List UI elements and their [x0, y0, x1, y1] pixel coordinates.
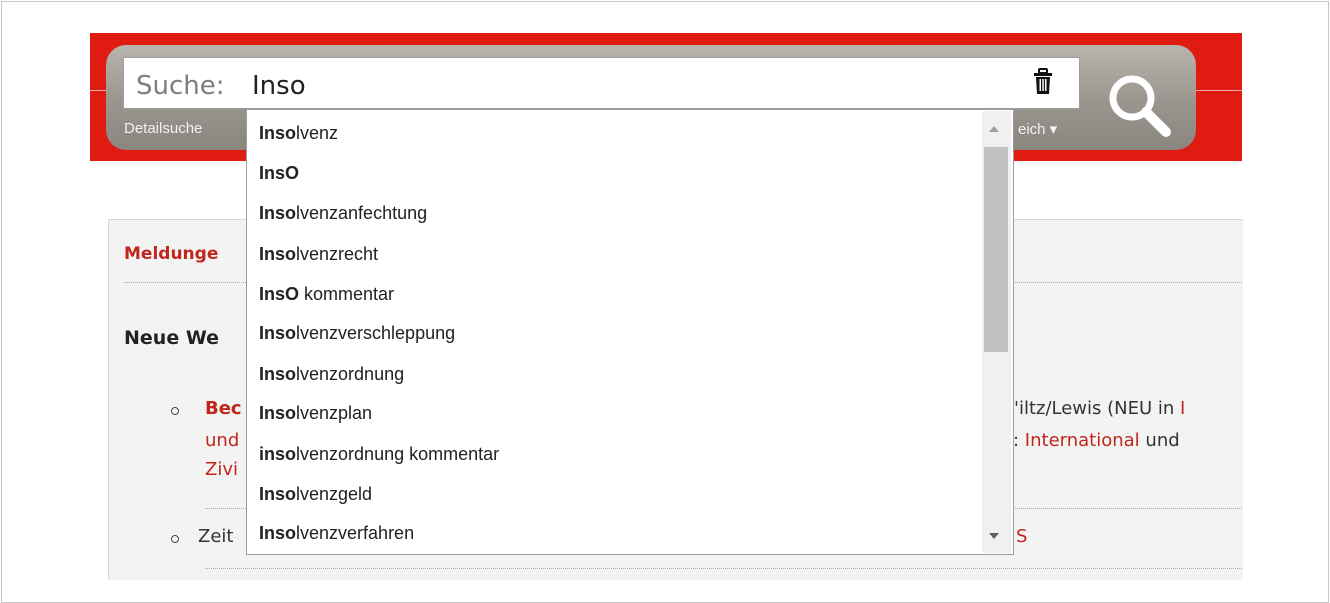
trash-icon[interactable] — [1031, 68, 1055, 96]
search-label: Suche: — [136, 71, 225, 101]
suggestion-item[interactable]: Insolvenzverschleppung — [259, 322, 455, 344]
news-link[interactable]: und — [205, 430, 239, 451]
suggestion-item[interactable]: InsO — [259, 162, 299, 184]
news-heading[interactable]: Meldunge — [124, 244, 218, 264]
scroll-down-arrow-icon[interactable] — [989, 533, 999, 539]
suggestion-item[interactable]: Insolvenzverfahren — [259, 522, 414, 544]
suggestion-item[interactable]: Insolvenzgeld — [259, 483, 372, 505]
list-bullet — [171, 407, 179, 415]
suggestion-item[interactable]: insolvenzordnung kommentar — [259, 443, 499, 465]
scroll-up-arrow-icon[interactable] — [989, 126, 999, 132]
list-bullet — [171, 535, 179, 543]
header-divider-left — [90, 90, 106, 91]
news-text: : International und — [1013, 430, 1180, 451]
magnifier-icon[interactable] — [1102, 70, 1182, 140]
news-link[interactable]: Zivi — [205, 459, 238, 480]
suggestion-item[interactable]: Insolvenz — [259, 122, 338, 144]
suggestion-item[interactable]: InsO kommentar — [259, 283, 394, 305]
section-title: Neue We — [124, 327, 219, 349]
news-text: Zeit — [198, 526, 234, 547]
search-area-dropdown[interactable]: eich ▾ — [1018, 120, 1057, 138]
detail-search-link[interactable]: Detailsuche — [124, 120, 202, 137]
autocomplete-dropdown: Insolvenz InsO Insolvenzanfechtung Insol… — [246, 109, 1014, 555]
international-link[interactable]: International — [1025, 430, 1140, 451]
news-text: 'iltz/Lewis (NEU in I — [1014, 398, 1186, 419]
suggestion-item[interactable]: Insolvenzplan — [259, 402, 372, 424]
scrollbar-thumb[interactable] — [984, 147, 1008, 352]
suggestion-item[interactable]: Insolvenzrecht — [259, 243, 378, 265]
suggestion-item[interactable]: Insolvenzordnung — [259, 363, 404, 385]
divider — [205, 568, 1242, 569]
news-link[interactable]: S — [1016, 526, 1027, 547]
news-link[interactable]: Bec — [205, 398, 242, 419]
suggestion-item[interactable]: Insolvenzanfechtung — [259, 202, 427, 224]
header-divider-right — [1196, 90, 1242, 91]
search-input[interactable]: Inso — [252, 71, 952, 101]
